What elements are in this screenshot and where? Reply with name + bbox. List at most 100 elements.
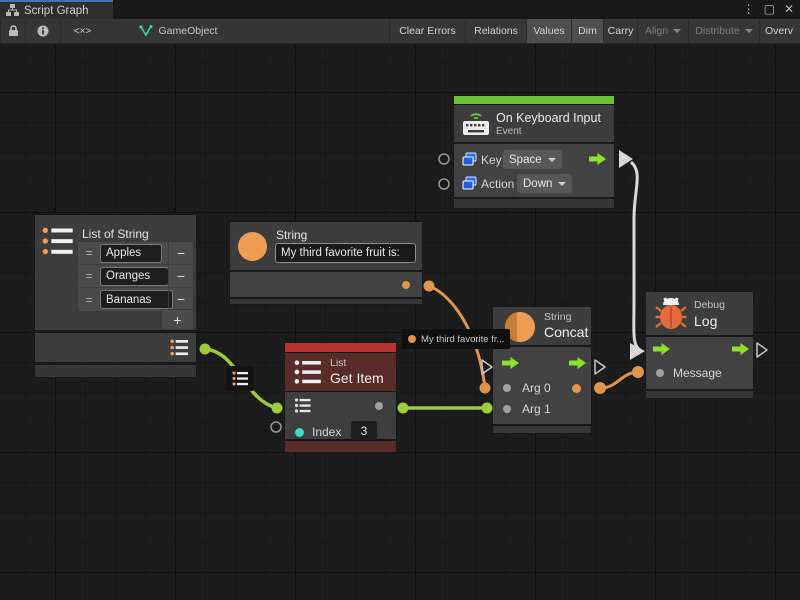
node-title: On Keyboard Input <box>496 111 601 125</box>
drag-handle[interactable]: = <box>78 246 100 260</box>
string-output-port[interactable] <box>402 281 410 289</box>
bug-icon <box>655 297 687 331</box>
list-item-field[interactable]: Oranges <box>100 267 169 286</box>
string-icon <box>238 232 267 261</box>
action-port-label: Action <box>481 177 514 191</box>
chevron-down-icon <box>558 182 566 186</box>
carry-button[interactable]: Carry <box>603 19 637 43</box>
clear-errors-button[interactable]: Clear Errors <box>389 19 465 43</box>
list-item-row: = Apples − <box>78 242 193 265</box>
list-output-port[interactable] <box>169 339 190 356</box>
flow-out-port[interactable] <box>589 153 606 165</box>
result-output-port[interactable] <box>572 384 581 393</box>
graph-toolbar: <×> GameObject Zoom 1x Clear Errors Rela… <box>0 19 800 44</box>
lock-button[interactable] <box>0 19 25 43</box>
index-input-port[interactable] <box>295 428 304 437</box>
node-on-keyboard-input[interactable]: On Keyboard Input Event Key Space Action… <box>454 96 614 208</box>
message-input-port[interactable] <box>656 369 664 377</box>
item-output-port[interactable] <box>375 402 383 410</box>
event-strip <box>454 96 614 105</box>
flow-in-port[interactable] <box>502 357 519 369</box>
maximize-icon[interactable]: ▢ <box>764 2 775 17</box>
list-icon <box>42 226 74 256</box>
tab-script-graph[interactable]: Script Graph <box>0 0 113 19</box>
wire-value-list-label <box>226 366 254 391</box>
arg1-input-port[interactable] <box>503 405 511 413</box>
values-button[interactable]: Values <box>526 19 571 43</box>
list-icon <box>294 359 322 385</box>
code-icon: <×> <box>74 26 92 37</box>
node-title: Log <box>694 313 717 329</box>
string-value-icon <box>408 335 416 343</box>
list-editor: = Apples − = Oranges − = Bananas − <box>78 242 193 311</box>
output-port-row <box>35 333 196 362</box>
node-get-item[interactable]: List Get Item Index 3 <box>285 343 396 452</box>
node-title: List of String <box>82 227 149 241</box>
action-dropdown[interactable]: Down <box>517 174 572 193</box>
menu-icon[interactable]: ⋮ <box>743 2 755 17</box>
remove-item-button[interactable]: − <box>168 288 193 310</box>
node-footer <box>646 391 753 398</box>
string-value-field[interactable]: My third favorite fruit is: <box>275 243 416 263</box>
node-footer <box>285 441 396 452</box>
node-category: Debug <box>694 299 725 311</box>
literal-icon <box>462 176 477 191</box>
overview-button[interactable]: Overv <box>759 19 800 43</box>
add-item-button[interactable]: + <box>162 310 193 329</box>
flow-out-port[interactable] <box>732 343 749 355</box>
arg0-input-port[interactable] <box>503 384 511 392</box>
chevron-down-icon <box>548 158 556 162</box>
dim-button[interactable]: Dim <box>571 19 603 43</box>
info-icon <box>37 25 49 37</box>
node-category: String <box>544 311 571 323</box>
arg1-label: Arg 1 <box>522 402 551 416</box>
index-port-label: Index <box>312 425 341 439</box>
node-string-literal[interactable]: String My third favorite fruit is: <box>230 222 422 304</box>
node-title: Get Item <box>330 370 384 386</box>
remove-item-button[interactable]: − <box>168 242 193 264</box>
align-button[interactable]: Align <box>637 19 688 43</box>
gameobject-selector[interactable]: GameObject <box>133 19 223 43</box>
window-controls: ⋮ ▢ ✕ <box>743 2 794 17</box>
remove-item-button[interactable]: − <box>168 265 193 287</box>
node-category: List <box>330 357 346 369</box>
node-list-of-string[interactable]: List of String = Apples − = Oranges − = … <box>35 215 196 377</box>
node-footer <box>454 199 614 208</box>
node-subtitle: Event <box>496 126 522 137</box>
list-item-field[interactable]: Apples <box>100 244 162 263</box>
list-item-row: = Bananas − <box>78 288 193 311</box>
chevron-down-icon <box>673 29 681 33</box>
key-port-label: Key <box>481 153 502 167</box>
output-port-row <box>230 272 422 297</box>
tab-title: Script Graph <box>24 5 89 17</box>
lock-icon <box>8 25 19 37</box>
drag-handle[interactable]: = <box>78 269 100 283</box>
node-concat[interactable]: String Concat Arg 0 Arg 1 <box>493 307 591 433</box>
drag-handle[interactable]: = <box>78 293 100 307</box>
node-debug-log[interactable]: Debug Log Message <box>646 292 753 398</box>
keyboard-icon <box>461 108 491 138</box>
wire-value-tooltip: My third favorite fr... <box>402 329 510 349</box>
graph-owner-icon <box>139 25 153 38</box>
key-dropdown[interactable]: Space <box>503 150 562 169</box>
tab-bar: Script Graph ⋮ ▢ ✕ <box>0 0 800 19</box>
literal-icon <box>462 152 477 167</box>
chevron-down-icon <box>745 29 753 33</box>
flow-in-port[interactable] <box>653 343 670 355</box>
node-title: String <box>276 228 307 242</box>
close-icon[interactable]: ✕ <box>784 2 794 17</box>
list-item-field[interactable]: Bananas <box>100 290 173 309</box>
flow-out-port[interactable] <box>569 357 586 369</box>
message-label: Message <box>673 366 722 380</box>
list-item-row: = Oranges − <box>78 265 193 288</box>
list-icon <box>232 371 249 386</box>
gameobject-label: GameObject <box>159 25 218 37</box>
node-footer <box>35 365 196 377</box>
index-value-field[interactable]: 3 <box>351 421 377 441</box>
error-strip <box>285 343 396 353</box>
relations-button[interactable]: Relations <box>465 19 526 43</box>
info-button[interactable] <box>25 19 60 43</box>
distribute-button[interactable]: Distribute <box>688 19 759 43</box>
code-button[interactable]: <×> <box>60 19 104 43</box>
list-input-port[interactable] <box>294 398 312 413</box>
